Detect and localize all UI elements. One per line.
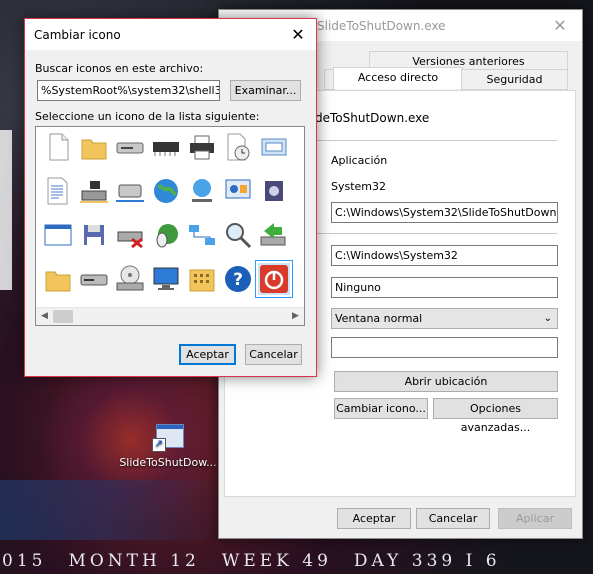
document-clock-icon[interactable] (222, 131, 254, 163)
memory-chip-icon[interactable] (150, 131, 182, 163)
blank-document-icon[interactable] (42, 131, 74, 163)
target-field[interactable]: C:\Windows\System32\SlideToShutDown.exe (331, 202, 558, 223)
network-card-icon[interactable] (258, 131, 290, 163)
floppy-disk-icon[interactable] (78, 219, 110, 251)
tab-seguridad[interactable]: Seguridad (461, 69, 568, 90)
change-icon-dialog: Cambiar icono ✕ Buscar iconos en este ar… (24, 18, 317, 377)
wallpaper-graphic (0, 480, 220, 540)
icon-list-label: Seleccione un icono de la lista siguient… (35, 110, 260, 123)
start-in-field[interactable]: C:\Windows\System32 (331, 245, 558, 266)
close-icon[interactable]: ✕ (538, 10, 582, 41)
green-arrow-drive-icon[interactable] (258, 219, 290, 251)
scrollbar-thumb[interactable] (53, 310, 73, 323)
printer-icon[interactable] (186, 131, 218, 163)
cancel-button[interactable]: Cancelar (416, 508, 490, 529)
text-document-icon[interactable] (42, 175, 74, 207)
calendar-month: MONTH 12 (68, 551, 200, 571)
desktop-monitor-icon[interactable] (150, 263, 182, 295)
wallpaper-calendar-text: 015 MONTH 12 WEEK 49 DAY 339 I 6 (0, 549, 593, 574)
divider (317, 140, 557, 141)
apply-button[interactable]: Aplicar (498, 508, 572, 529)
window-icon[interactable] (42, 219, 74, 251)
control-panel-icon[interactable] (222, 175, 254, 207)
target-type-value: Aplicación (331, 154, 388, 167)
calendar-year: 015 (2, 551, 47, 571)
grid-folder-icon[interactable] (186, 263, 218, 295)
dvd-drive-icon[interactable] (114, 263, 146, 295)
desktop-shortcut-label: SlideToShutDow... (119, 456, 217, 469)
folder-icon[interactable] (42, 263, 74, 295)
cd-partial-icon[interactable] (294, 219, 304, 251)
calendar-day: DAY 339 I 6 (353, 551, 501, 571)
run-select-value: Ventana normal (335, 312, 423, 325)
mouse-globe-icon[interactable] (150, 219, 182, 251)
change-icon-title: Cambiar icono (34, 28, 121, 42)
hotkey-field[interactable]: Ninguno (331, 277, 558, 298)
desktop-shortcut-slidetoshutdown[interactable]: ↗ SlideToShutDow... (118, 422, 218, 469)
search-file-label: Buscar iconos en este archivo: (35, 62, 204, 75)
icon-file-path-field[interactable]: %SystemRoot%\system32\shell32.dll (37, 80, 220, 101)
svg-text:?: ? (233, 270, 243, 290)
partial-icon[interactable] (294, 131, 304, 163)
network-icon[interactable] (186, 219, 218, 251)
icon-grid: ? (42, 131, 304, 303)
browse-button[interactable]: Examinar... (230, 80, 301, 101)
package-icon[interactable] (258, 175, 290, 207)
horizontal-scrollbar[interactable]: ◀ ▶ (36, 307, 304, 325)
power-shutdown-icon[interactable] (255, 260, 293, 298)
run-select[interactable]: Ventana normal ⌄ (331, 308, 558, 329)
help-icon[interactable]: ? (222, 263, 254, 295)
cancel-button[interactable]: Cancelar (245, 344, 302, 365)
scroll-left-icon[interactable]: ◀ (36, 308, 53, 325)
shortcut-overlay-icon[interactable] (294, 175, 304, 207)
icon-list[interactable]: ? ◀ ▶ (35, 126, 305, 326)
ok-button[interactable]: Aceptar (179, 344, 236, 365)
divider (317, 233, 557, 234)
partial-icon[interactable] (294, 263, 304, 295)
network-globe-icon[interactable] (186, 175, 218, 207)
ok-button[interactable]: Aceptar (337, 508, 411, 529)
network-server-icon[interactable] (114, 175, 146, 207)
advanced-options-button[interactable]: Opciones avanzadas... (433, 398, 558, 434)
properties-title: SlideToShutDown.exe (317, 19, 446, 33)
chevron-down-icon: ⌄ (543, 313, 552, 324)
floppy-drive-icon[interactable] (114, 131, 146, 163)
tab-acceso-directo[interactable]: Acceso directo (333, 67, 463, 89)
magnifier-icon[interactable] (222, 219, 254, 251)
disconnected-drive-icon[interactable] (114, 219, 146, 251)
network-drive-icon[interactable] (78, 175, 110, 207)
shortcut-name: deToShutDown.exe (315, 111, 430, 125)
change-icon-button[interactable]: Cambiar icono... (334, 398, 428, 419)
folder-icon[interactable] (78, 131, 110, 163)
hard-drive-icon[interactable] (78, 263, 110, 295)
comment-field[interactable] (331, 337, 558, 358)
shortcut-window-icon: ↗ (152, 422, 184, 452)
change-icon-titlebar[interactable]: Cambiar icono ✕ (25, 19, 316, 50)
calendar-week: WEEK 49 (221, 551, 332, 571)
scroll-right-icon[interactable]: ▶ (287, 308, 304, 325)
open-location-button[interactable]: Abrir ubicación (334, 371, 558, 392)
target-location-value: System32 (331, 180, 387, 193)
globe-icon[interactable] (150, 175, 182, 207)
close-icon[interactable]: ✕ (280, 19, 316, 50)
